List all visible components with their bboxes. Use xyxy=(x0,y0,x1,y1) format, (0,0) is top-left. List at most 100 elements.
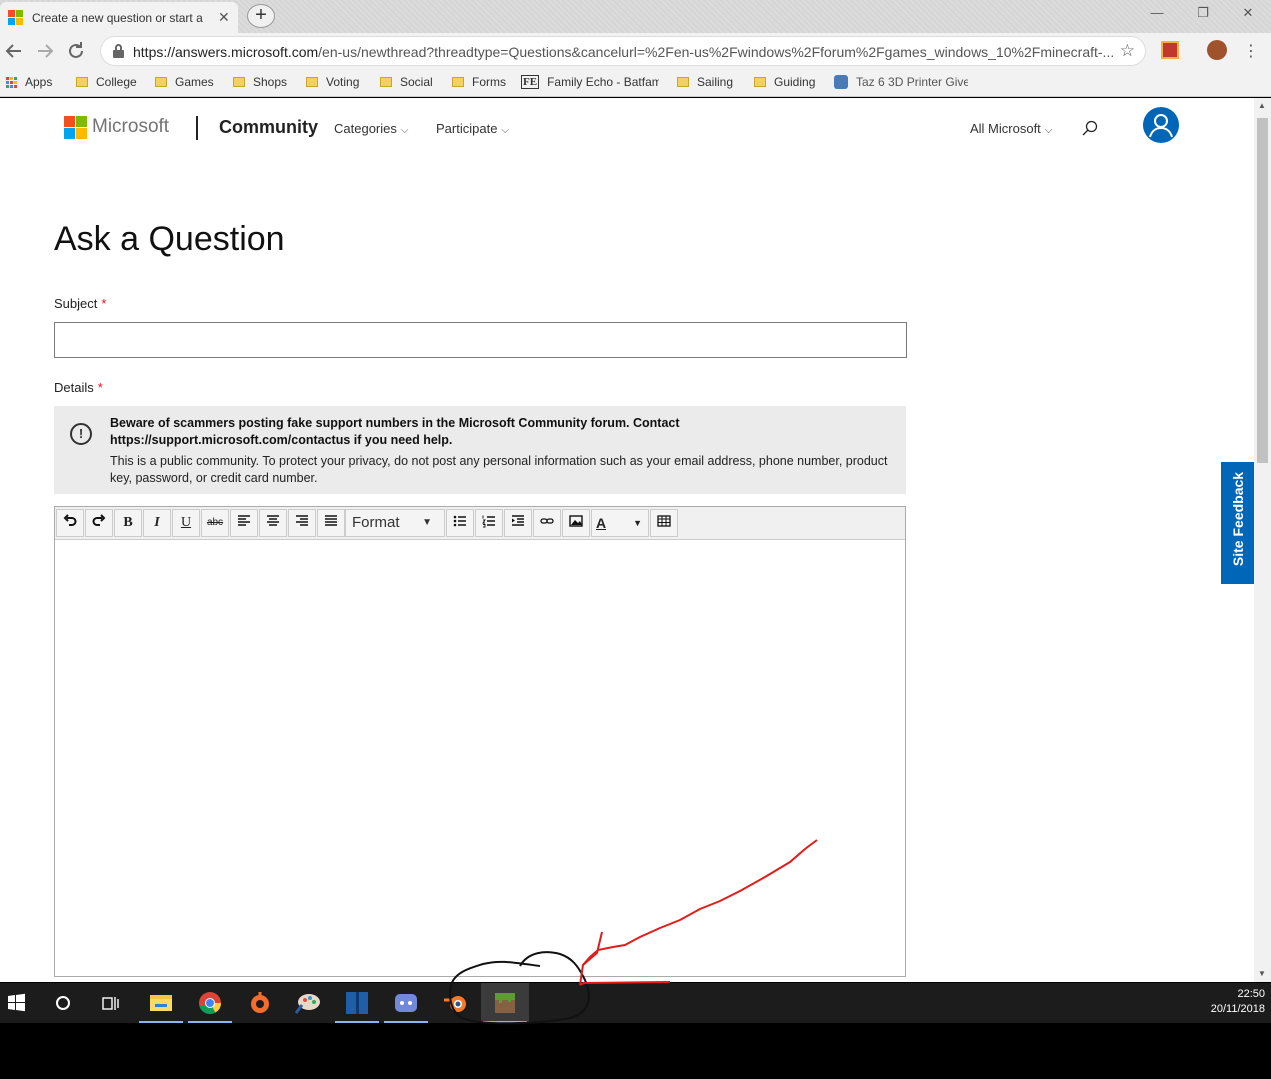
bookmark-guiding[interactable]: Guiding xyxy=(754,75,815,89)
task-view-button[interactable] xyxy=(86,983,134,1023)
editor-toolbar: B I U abc Format ▼ A ▼ xyxy=(55,507,905,540)
discord-app[interactable] xyxy=(382,983,430,1023)
underline-icon: U xyxy=(180,515,192,530)
link-button[interactable] xyxy=(533,509,561,537)
format-dropdown[interactable]: Format ▼ xyxy=(345,509,445,537)
cortana-button[interactable] xyxy=(38,983,86,1023)
strikethrough-button[interactable]: abc xyxy=(201,509,229,537)
bookmark-shops[interactable]: Shops xyxy=(233,75,287,89)
rich-text-editor[interactable]: B I U abc Format ▼ A ▼ xyxy=(54,506,906,977)
nav-categories[interactable]: Categories ⌵ xyxy=(334,121,408,136)
dropdown-arrow-icon: ▼ xyxy=(422,517,432,528)
forward-arrow-icon xyxy=(38,44,54,58)
image-button[interactable] xyxy=(562,509,590,537)
system-clock[interactable]: 22:50 20/11/2018 xyxy=(1211,987,1265,1017)
italic-button[interactable]: I xyxy=(143,509,171,537)
bookmark-taz-printer[interactable]: Taz 6 3D Printer Giver xyxy=(834,75,968,89)
justify-button[interactable] xyxy=(317,509,345,537)
bookmark-apps[interactable]: Apps xyxy=(6,75,52,89)
letterbox-bar xyxy=(0,1023,1271,1079)
web-page: Microsoft Community Categories ⌵ Particip… xyxy=(0,98,1254,982)
bookmark-social[interactable]: Social xyxy=(380,75,433,89)
align-center-button[interactable] xyxy=(259,509,287,537)
blue-app[interactable] xyxy=(333,983,381,1023)
menu-dots-icon[interactable]: ⋮ xyxy=(1243,41,1259,61)
bookmark-games[interactable]: Games xyxy=(155,75,214,89)
back-button[interactable] xyxy=(2,39,26,63)
account-avatar[interactable] xyxy=(1143,107,1179,143)
table-button[interactable] xyxy=(650,509,678,537)
folder-icon xyxy=(233,77,245,87)
folder-icon xyxy=(452,77,464,87)
browser-tab[interactable]: Create a new question or start a ✕ xyxy=(0,2,238,33)
blender-icon xyxy=(444,996,466,1012)
file-explorer-app[interactable] xyxy=(137,983,185,1023)
section-title[interactable]: Community xyxy=(219,117,318,138)
align-right-button[interactable] xyxy=(288,509,316,537)
microsoft-favicon-icon xyxy=(8,9,24,26)
search-icon[interactable] xyxy=(1082,120,1098,136)
redo-button[interactable] xyxy=(85,509,113,537)
bookmark-college[interactable]: College xyxy=(76,75,137,89)
origin-icon xyxy=(251,992,269,1013)
reload-button[interactable] xyxy=(64,39,88,63)
details-label: Details * xyxy=(54,380,103,395)
indent-button[interactable] xyxy=(504,509,532,537)
profile-avatar[interactable] xyxy=(1207,40,1227,60)
blender-app[interactable] xyxy=(432,983,480,1023)
page-title: Ask a Question xyxy=(54,220,285,258)
new-tab-button[interactable]: + xyxy=(247,4,275,28)
tab-title: Create a new question or start a xyxy=(32,10,203,25)
underline-button[interactable]: U xyxy=(172,509,200,537)
close-window-button[interactable]: ✕ xyxy=(1225,0,1271,28)
address-bar[interactable]: https://answers.microsoft.com/en-us/newt… xyxy=(100,36,1146,66)
microsoft-logo-icon[interactable] xyxy=(64,116,87,139)
align-right-icon xyxy=(296,515,308,526)
bookmark-forms[interactable]: Forms xyxy=(452,75,506,89)
site-feedback-tab[interactable]: Site Feedback xyxy=(1221,462,1254,584)
chrome-icon xyxy=(199,992,221,1015)
bookmarks-bar: Apps College Games Shops Voting Social F… xyxy=(0,69,1271,97)
chrome-app[interactable] xyxy=(186,983,234,1023)
back-arrow-icon xyxy=(5,44,21,58)
minimize-button[interactable]: — xyxy=(1134,0,1180,28)
paint-app[interactable] xyxy=(284,983,332,1023)
minecraft-app[interactable] xyxy=(481,983,529,1023)
extension-icon[interactable] xyxy=(1161,41,1179,59)
discord-icon xyxy=(395,994,417,1012)
bookmark-star-icon[interactable]: ☆ xyxy=(1120,41,1135,61)
brand-name[interactable]: Microsoft xyxy=(92,116,169,138)
subject-input[interactable] xyxy=(54,322,907,358)
bookmark-family-echo[interactable]: FE Family Echo - Batfam xyxy=(521,75,659,89)
bold-icon: B xyxy=(123,515,133,530)
clock-date: 20/11/2018 xyxy=(1210,1003,1265,1015)
align-center-icon xyxy=(267,515,279,526)
all-microsoft-menu[interactable]: All Microsoft ⌵ xyxy=(970,121,1052,136)
undo-button[interactable] xyxy=(56,509,84,537)
align-left-button[interactable] xyxy=(230,509,258,537)
chevron-down-icon: ⌵ xyxy=(501,125,510,136)
origin-app[interactable] xyxy=(235,983,283,1023)
justify-icon xyxy=(325,515,337,526)
nav-participate[interactable]: Participate ⌵ xyxy=(436,121,509,136)
forward-button[interactable] xyxy=(33,39,57,63)
bold-button[interactable]: B xyxy=(114,509,142,537)
bullet-list-button[interactable] xyxy=(446,509,474,537)
bookmark-voting[interactable]: Voting xyxy=(306,75,359,89)
scrollbar-thumb[interactable] xyxy=(1257,118,1268,463)
numbered-list-button[interactable] xyxy=(475,509,503,537)
folder-icon xyxy=(306,77,318,87)
text-color-button[interactable]: A ▼ xyxy=(591,509,649,537)
chevron-down-icon: ⌵ xyxy=(1044,125,1053,136)
close-tab-icon[interactable]: ✕ xyxy=(218,9,230,26)
bookmark-sailing[interactable]: Sailing xyxy=(677,75,733,89)
restore-button[interactable]: ❐ xyxy=(1180,0,1226,28)
fe-icon: FE xyxy=(521,75,540,89)
book-icon xyxy=(346,992,368,1014)
italic-icon: I xyxy=(154,515,160,530)
clock-time: 22:50 xyxy=(1237,988,1265,1000)
apps-icon xyxy=(6,76,17,88)
palette-icon xyxy=(294,994,320,1014)
scroll-up-icon[interactable]: ▲ xyxy=(1258,101,1266,110)
scroll-down-icon[interactable]: ▼ xyxy=(1258,969,1266,978)
